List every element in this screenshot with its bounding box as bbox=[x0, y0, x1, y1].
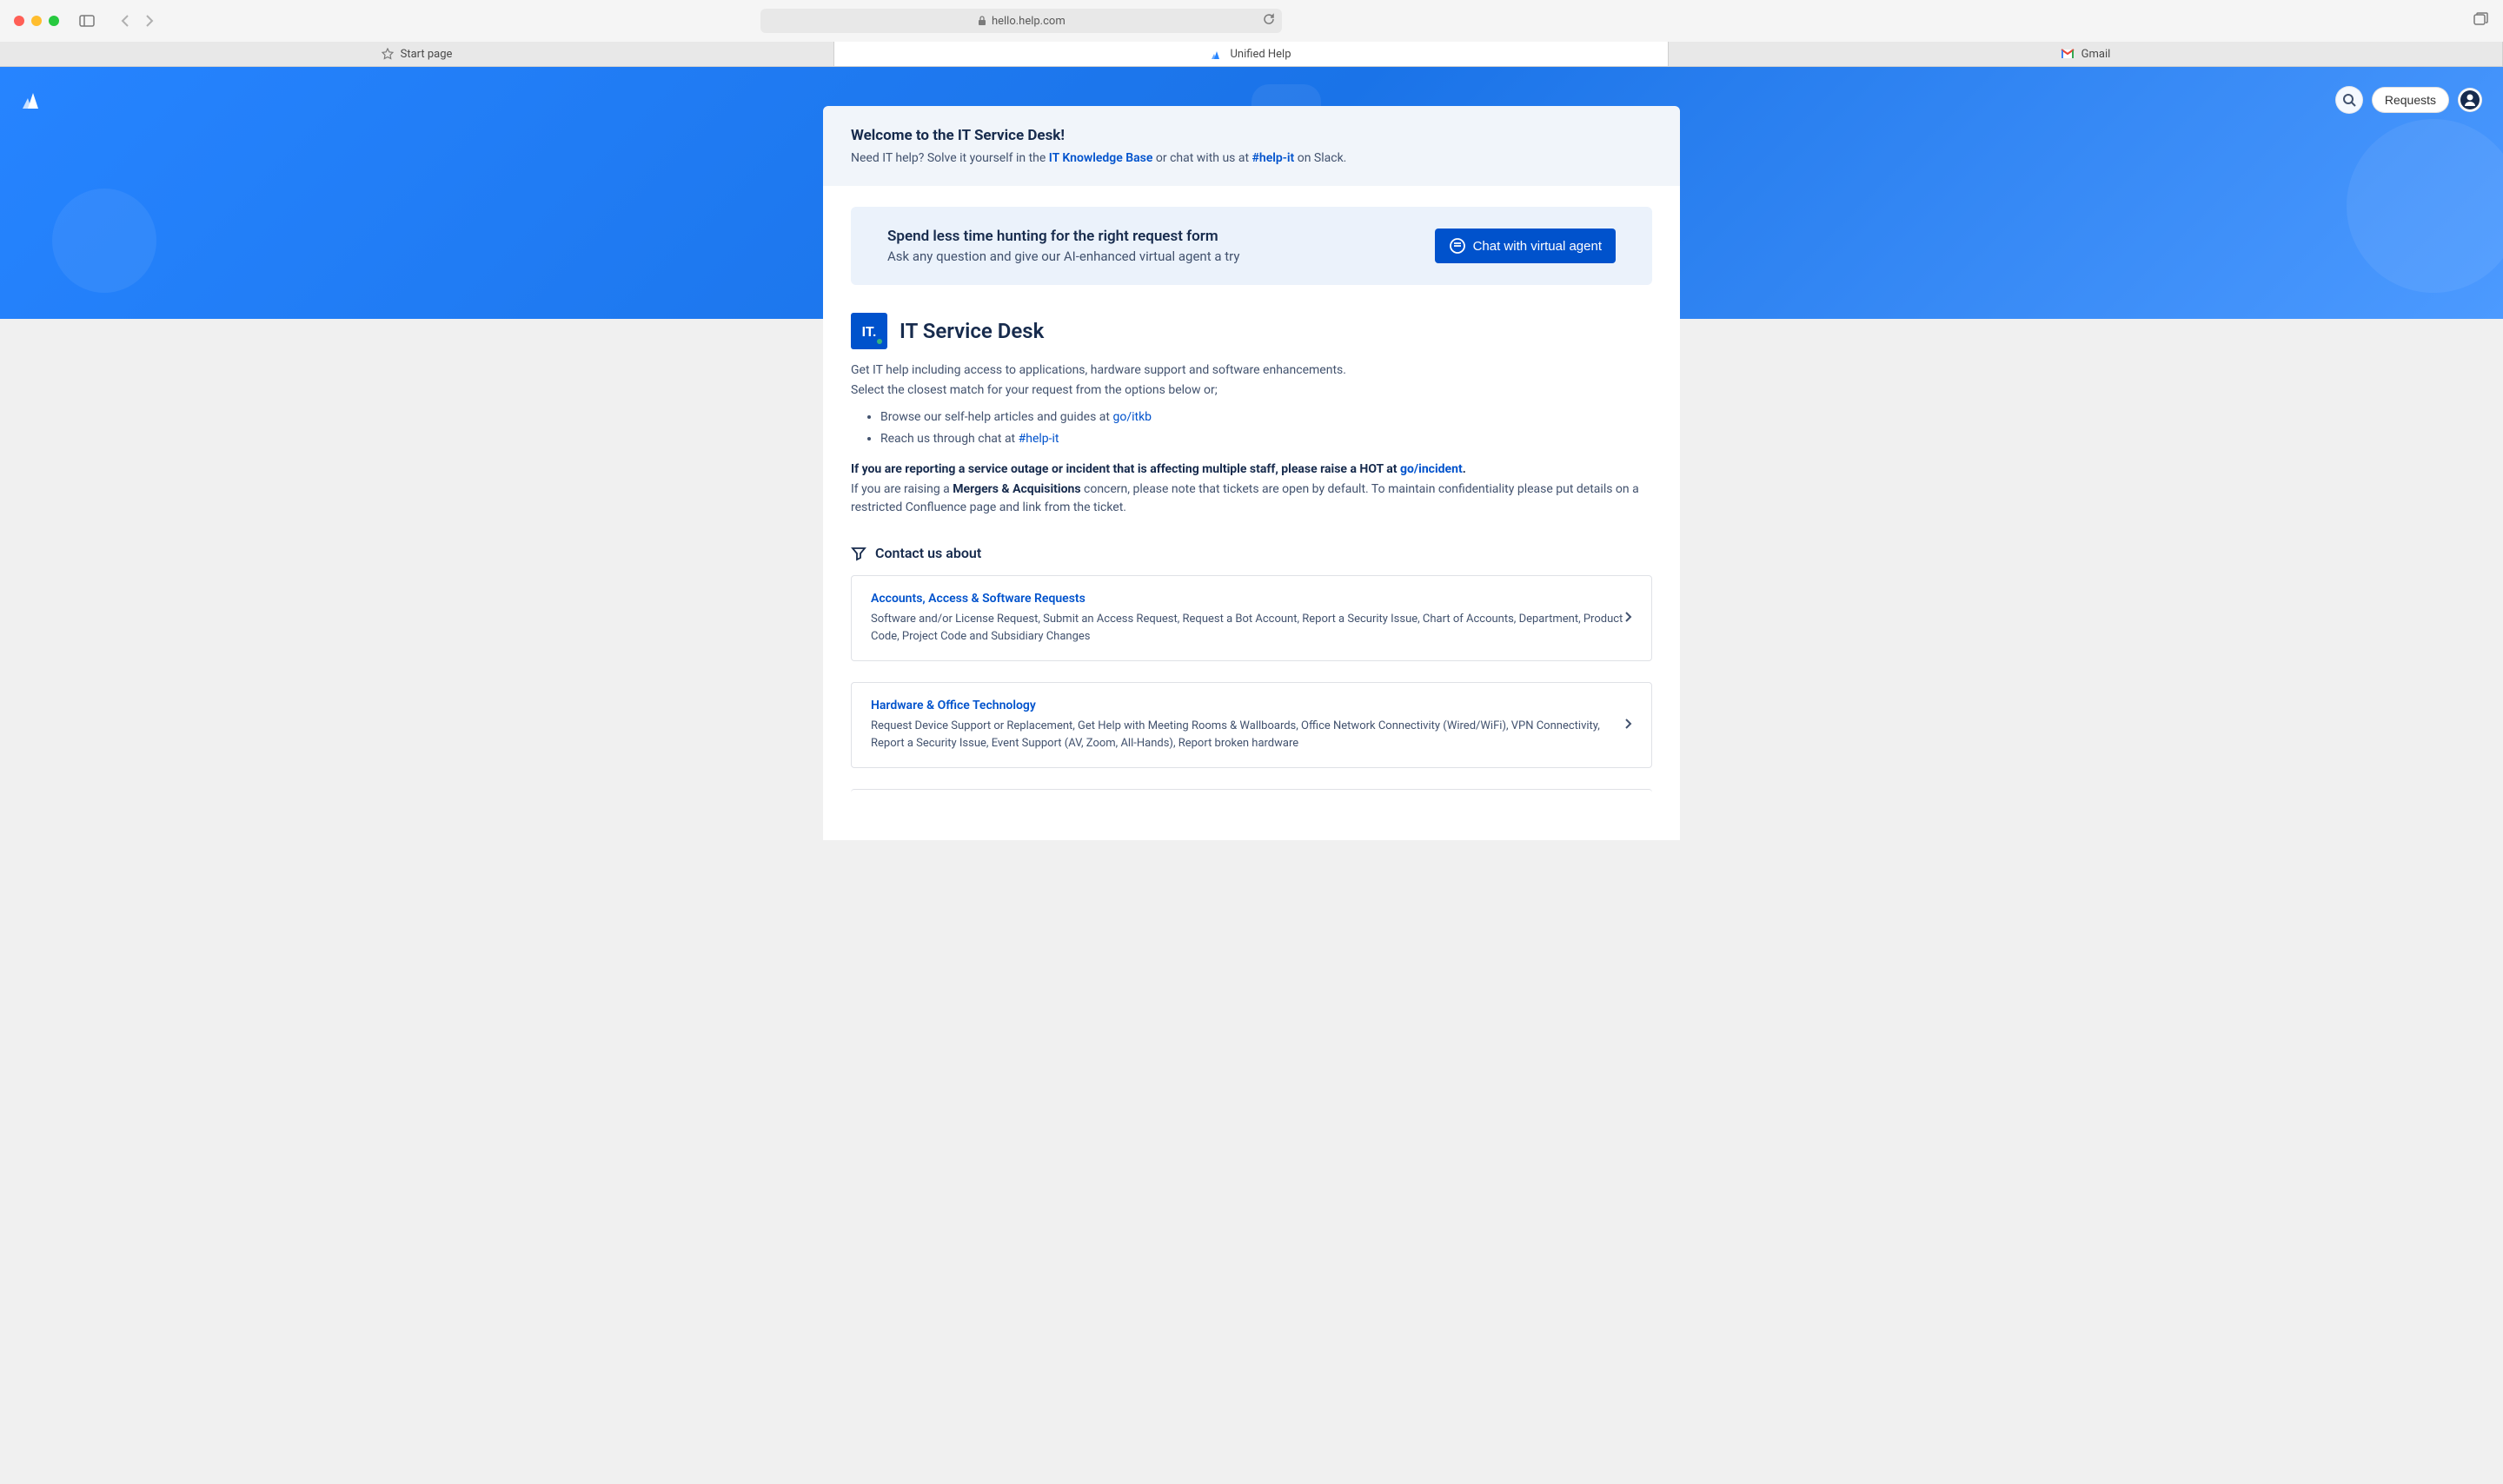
main-container: Welcome to the IT Service Desk! Need IT … bbox=[823, 106, 1680, 840]
minimize-window-button[interactable] bbox=[31, 16, 42, 26]
category-card-partial[interactable] bbox=[851, 789, 1652, 805]
bullet-item: Browse our self-help articles and guides… bbox=[880, 408, 1652, 427]
tab-label: Unified Help bbox=[1230, 48, 1291, 61]
ma-line: If you are raising a Mergers & Acquisiti… bbox=[851, 480, 1652, 517]
content-card: Spend less time hunting for the right re… bbox=[823, 186, 1680, 840]
it-badge-icon: IT. bbox=[851, 313, 887, 349]
maximize-window-button[interactable] bbox=[49, 16, 59, 26]
lock-icon bbox=[978, 16, 986, 26]
address-bar[interactable]: hello.help.com bbox=[760, 9, 1282, 33]
avatar[interactable] bbox=[2458, 88, 2482, 112]
tab-start-page[interactable]: Start page bbox=[0, 42, 834, 66]
tab-label: Gmail bbox=[2081, 48, 2111, 61]
tab-gmail[interactable]: Gmail bbox=[1669, 42, 2503, 66]
forward-button[interactable] bbox=[139, 10, 160, 31]
sidebar-toggle-button[interactable] bbox=[76, 12, 97, 30]
gmail-icon bbox=[2061, 49, 2075, 59]
close-window-button[interactable] bbox=[14, 16, 24, 26]
tab-bar: Start page Unified Help Gmail bbox=[0, 42, 2503, 66]
section-description: Get IT help including access to applicat… bbox=[851, 361, 1652, 517]
section-header: IT. IT Service Desk bbox=[851, 313, 1652, 349]
outage-line: If you are reporting a service outage or… bbox=[851, 460, 1652, 479]
contact-heading: Contact us about bbox=[875, 545, 981, 561]
atlassian-logo[interactable] bbox=[21, 88, 45, 112]
atlassian-icon bbox=[1211, 48, 1223, 60]
va-banner-subtitle: Ask any question and give our AI-enhance… bbox=[887, 248, 1239, 264]
tab-label: Start page bbox=[401, 48, 453, 61]
welcome-card: Welcome to the IT Service Desk! Need IT … bbox=[823, 106, 1680, 186]
chevron-right-icon bbox=[1623, 610, 1632, 626]
category-description: Request Device Support or Replacement, G… bbox=[871, 718, 1623, 752]
star-icon bbox=[382, 48, 394, 60]
va-banner-title: Spend less time hunting for the right re… bbox=[887, 228, 1239, 245]
welcome-title: Welcome to the IT Service Desk! bbox=[851, 127, 1652, 144]
chat-icon bbox=[1449, 237, 1466, 255]
search-icon bbox=[2342, 93, 2356, 107]
contact-header: Contact us about bbox=[851, 545, 1652, 561]
chevron-right-icon bbox=[1623, 717, 1632, 733]
category-card-accounts[interactable]: Accounts, Access & Software Requests Sof… bbox=[851, 575, 1652, 661]
refresh-button[interactable] bbox=[1263, 13, 1275, 29]
browser-chrome: hello.help.com Start page Unified Help G… bbox=[0, 0, 2503, 67]
filter-icon bbox=[851, 546, 866, 561]
back-button[interactable] bbox=[115, 10, 136, 31]
category-title: Hardware & Office Technology bbox=[871, 699, 1623, 712]
category-title: Accounts, Access & Software Requests bbox=[871, 592, 1623, 606]
bullet-item: Reach us through chat at #help-it bbox=[880, 430, 1652, 448]
section-title: IT Service Desk bbox=[900, 319, 1044, 343]
welcome-text: Need IT help? Solve it yourself in the I… bbox=[851, 151, 1652, 165]
category-card-hardware[interactable]: Hardware & Office Technology Request Dev… bbox=[851, 682, 1652, 768]
search-button[interactable] bbox=[2335, 86, 2363, 114]
tab-unified-help[interactable]: Unified Help bbox=[834, 42, 1669, 66]
requests-button[interactable]: Requests bbox=[2372, 87, 2449, 113]
kb-link[interactable]: IT Knowledge Base bbox=[1049, 151, 1153, 165]
category-description: Software and/or License Request, Submit … bbox=[871, 611, 1623, 645]
itkb-link[interactable]: go/itkb bbox=[1112, 410, 1152, 424]
help-it-chat-link[interactable]: #help-it bbox=[1019, 432, 1059, 446]
virtual-agent-banner: Spend less time hunting for the right re… bbox=[851, 207, 1652, 285]
incident-link[interactable]: go/incident bbox=[1400, 462, 1463, 476]
help-it-link[interactable]: #help-it bbox=[1252, 151, 1295, 165]
window-controls bbox=[14, 16, 59, 26]
chat-virtual-agent-button[interactable]: Chat with virtual agent bbox=[1435, 229, 1616, 263]
url-text: hello.help.com bbox=[992, 15, 1066, 28]
tab-overview-button[interactable] bbox=[2473, 12, 2489, 30]
